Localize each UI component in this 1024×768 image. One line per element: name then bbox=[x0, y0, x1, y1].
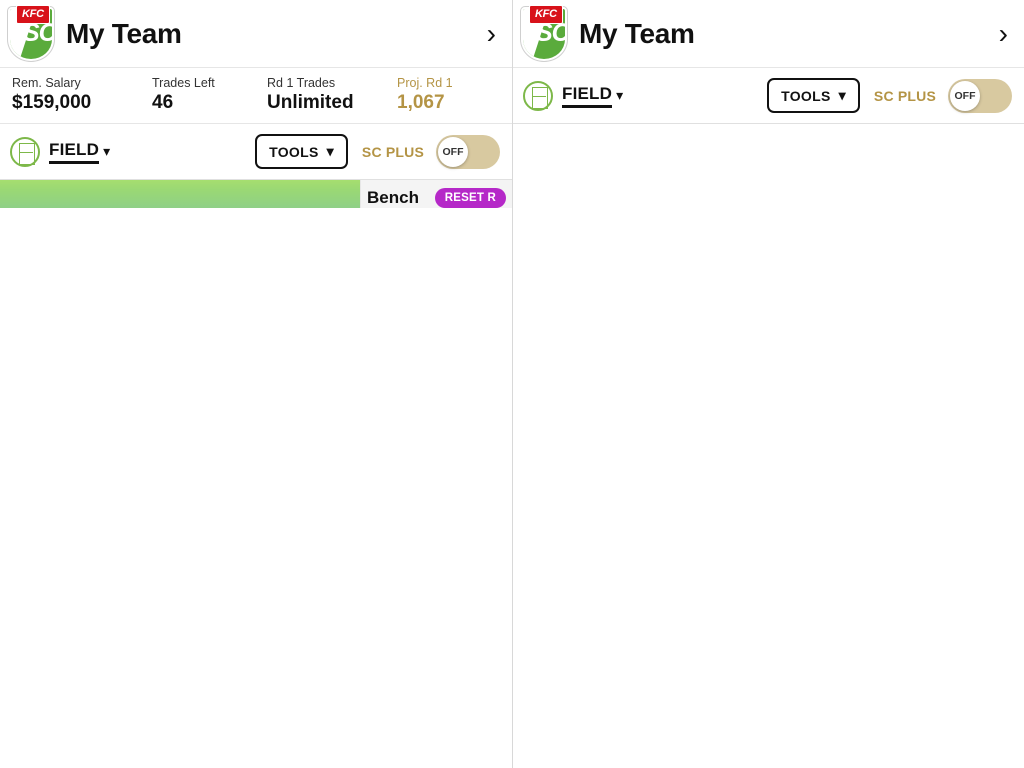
toggle-knob: OFF bbox=[950, 80, 980, 111]
field-view-label[interactable]: FIELD bbox=[562, 84, 613, 108]
bench-column: Bench RESET R B. Smith R SYD $478.2k bbox=[360, 180, 512, 208]
tools-button-label: TOOLS bbox=[781, 87, 831, 104]
page-title: My Team bbox=[579, 17, 695, 49]
tools-button[interactable]: TOOLS ▾ bbox=[255, 134, 348, 169]
sc-plus-label: SC PLUS bbox=[873, 87, 936, 104]
stat-rem-salary: Rem. Salary $159,000 bbox=[12, 76, 152, 114]
tools-button-label: TOOLS bbox=[269, 143, 319, 160]
view-toolbar: FIELD ▾ TOOLS ▾ SC PLUS OFF bbox=[513, 68, 1024, 124]
view-toolbar: FIELD ▾ TOOLS ▾ SC PLUS OFF bbox=[0, 124, 512, 180]
stat-label: Rem. Salary bbox=[12, 76, 81, 91]
kfc-supercoach-logo: SC KFC bbox=[519, 3, 571, 65]
stat-value: $159,000 bbox=[12, 91, 92, 113]
field-view-label[interactable]: FIELD bbox=[49, 140, 100, 164]
chevron-down-icon[interactable]: ▾ bbox=[103, 143, 110, 160]
stat-trades-left: Trades Left 46 bbox=[152, 76, 267, 114]
stat-value: 46 bbox=[152, 91, 174, 113]
chevron-right-icon[interactable]: › bbox=[999, 19, 1012, 48]
left-pane: SC KFC My Team › Rem. Salary $159,000 Tr… bbox=[0, 0, 512, 768]
title-bar: SC KFC My Team › bbox=[0, 0, 512, 68]
right-pane: SC KFC My Team › FIELD ▾ TOOLS ▾ SC PLUS… bbox=[512, 0, 1024, 768]
stats-bar: Rem. Salary $159,000 Trades Left 46 Rd 1… bbox=[0, 68, 512, 124]
reset-r-button[interactable]: RESET R bbox=[434, 188, 506, 208]
page-title: My Team bbox=[66, 17, 182, 49]
stat-rd1-trades: Rd 1 Trades Unlimited bbox=[267, 76, 397, 114]
logo-kfc-text: KFC bbox=[16, 4, 50, 24]
sc-plus-toggle[interactable]: OFF bbox=[948, 78, 1012, 113]
bench-header: Bench RESET R bbox=[361, 180, 512, 208]
kfc-supercoach-logo: SC KFC bbox=[6, 3, 58, 65]
chevron-down-icon: ▾ bbox=[838, 87, 846, 103]
chevron-down-icon: ▾ bbox=[326, 143, 334, 159]
sc-plus-label: SC PLUS bbox=[361, 143, 424, 160]
stat-label: Trades Left bbox=[152, 76, 215, 91]
chevron-right-icon[interactable]: › bbox=[487, 19, 500, 48]
field-icon bbox=[523, 80, 553, 111]
stat-value: 1,067 bbox=[397, 91, 445, 113]
bench-title: Bench bbox=[367, 188, 419, 207]
toggle-knob: OFF bbox=[438, 136, 468, 167]
sc-plus-toggle[interactable]: OFF bbox=[436, 134, 500, 169]
app-screen: SC KFC My Team › Rem. Salary $159,000 Tr… bbox=[0, 0, 1024, 768]
stat-label: Proj. Rd 1 bbox=[397, 76, 453, 91]
left-field-main: Hookers H. Grant MEL $816.5k 0 0 bbox=[0, 180, 360, 208]
stat-value: Unlimited bbox=[267, 91, 354, 113]
stat-label: Rd 1 Trades bbox=[267, 76, 336, 91]
tools-button[interactable]: TOOLS ▾ bbox=[767, 78, 860, 113]
field-icon bbox=[10, 136, 40, 167]
stat-proj-rd1: Proj. Rd 1 1,067 bbox=[397, 76, 453, 114]
logo-kfc-text: KFC bbox=[529, 4, 563, 24]
title-bar: SC KFC My Team › bbox=[513, 0, 1024, 68]
chevron-down-icon[interactable]: ▾ bbox=[616, 87, 623, 104]
left-field-area: Hookers H. Grant MEL $816.5k 0 0 bbox=[0, 180, 512, 208]
